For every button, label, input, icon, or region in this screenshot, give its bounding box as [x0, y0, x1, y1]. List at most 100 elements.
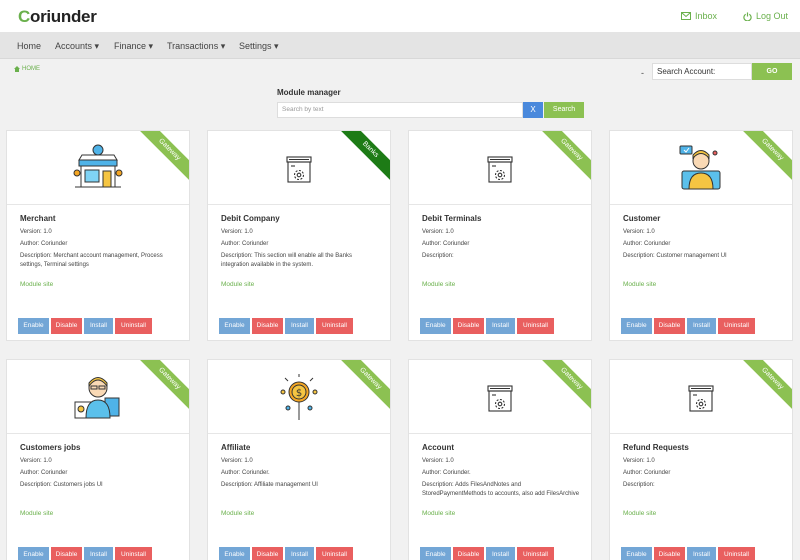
- module-category-ribbon: Banks: [338, 131, 390, 182]
- store-icon: [73, 144, 123, 188]
- module-version: Version: 1.0: [221, 229, 253, 235]
- module-site-link[interactable]: Module site: [20, 510, 53, 517]
- module-image-area: $ Gateway: [208, 360, 390, 434]
- disable-button[interactable]: Disable: [453, 318, 484, 334]
- disable-button[interactable]: Disable: [51, 318, 82, 334]
- module-card-7: Gateway Account Version: 1.0 Author: Cor…: [408, 359, 592, 560]
- module-name: Refund Requests: [623, 443, 689, 452]
- install-button[interactable]: Install: [285, 547, 314, 560]
- module-card-3: Gateway Debit Terminals Version: 1.0 Aut…: [408, 130, 592, 341]
- module-actions: Enable Disable Install Uninstall: [219, 547, 353, 560]
- coriunder-logo[interactable]: Coriunder: [18, 7, 97, 27]
- uninstall-button[interactable]: Uninstall: [718, 547, 755, 560]
- enable-button[interactable]: Enable: [219, 318, 250, 334]
- main-navbar: Home Accounts ▾ Finance ▾ Transactions ▾…: [0, 32, 800, 59]
- module-author: Author: Coriunder: [623, 470, 671, 476]
- nav-home[interactable]: Home: [17, 41, 41, 51]
- disable-button[interactable]: Disable: [654, 547, 685, 560]
- enable-button[interactable]: Enable: [219, 547, 250, 560]
- module-author: Author: Coriunder: [422, 241, 470, 247]
- module-version: Version: 1.0: [623, 229, 655, 235]
- module-image-area: Gateway: [610, 131, 792, 205]
- module-actions: Enable Disable Install Uninstall: [18, 547, 152, 560]
- search-account-input[interactable]: Search Account:: [652, 63, 752, 80]
- install-button[interactable]: Install: [687, 318, 716, 334]
- module-site-link[interactable]: Module site: [623, 510, 656, 517]
- uninstall-button[interactable]: Uninstall: [316, 318, 353, 334]
- nav-accounts[interactable]: Accounts ▾: [55, 41, 99, 52]
- disable-button[interactable]: Disable: [51, 547, 82, 560]
- enable-button[interactable]: Enable: [621, 318, 652, 334]
- module-actions: Enable Disable Install Uninstall: [420, 318, 554, 334]
- customer-icon: [679, 145, 721, 190]
- module-actions: Enable Disable Install Uninstall: [621, 318, 755, 334]
- module-category-ribbon: Gateway: [539, 131, 591, 182]
- module-actions: Enable Disable Install Uninstall: [420, 547, 554, 560]
- nav-settings[interactable]: Settings ▾: [239, 41, 279, 52]
- enable-button[interactable]: Enable: [18, 547, 49, 560]
- module-description: Description: Adds FilesAndNotes and Stor…: [422, 482, 580, 497]
- module-image-area: Banks: [208, 131, 390, 205]
- module-card-2: Banks Debit Company Version: 1.0 Author:…: [207, 130, 391, 341]
- install-button[interactable]: Install: [285, 318, 314, 334]
- module-image-area: Gateway: [7, 131, 189, 205]
- module-description: Description:: [422, 253, 454, 259]
- module-image-area: Gateway: [7, 360, 189, 434]
- uninstall-button[interactable]: Uninstall: [115, 318, 152, 334]
- nav-transactions[interactable]: Transactions ▾: [167, 41, 225, 52]
- uninstall-button[interactable]: Uninstall: [316, 547, 353, 560]
- module-version: Version: 1.0: [20, 458, 52, 464]
- nav-finance[interactable]: Finance ▾: [114, 41, 153, 52]
- module-icon: [688, 385, 714, 412]
- module-description: Description: Merchant account management…: [20, 253, 163, 268]
- module-author: Author: Coriunder: [623, 241, 671, 247]
- install-button[interactable]: Install: [486, 318, 515, 334]
- module-image-area: Gateway: [610, 360, 792, 434]
- affiliate-icon: $: [280, 374, 318, 420]
- svg-text:$: $: [296, 388, 302, 399]
- logout-link[interactable]: Log Out: [743, 11, 788, 21]
- install-button[interactable]: Install: [687, 547, 716, 560]
- install-button[interactable]: Install: [486, 547, 515, 560]
- uninstall-button[interactable]: Uninstall: [718, 318, 755, 334]
- module-version: Version: 1.0: [20, 229, 52, 235]
- uninstall-button[interactable]: Uninstall: [517, 318, 554, 334]
- enable-button[interactable]: Enable: [18, 318, 49, 334]
- module-site-link[interactable]: Module site: [422, 281, 455, 288]
- module-site-link[interactable]: Module site: [422, 510, 455, 517]
- module-description: Description: Customer management UI: [623, 253, 727, 259]
- module-card-4: Gateway Customer Version: 1.0 Author: Co…: [609, 130, 793, 341]
- module-description: Description: This section will enable al…: [221, 253, 352, 268]
- module-site-link[interactable]: Module site: [623, 281, 656, 288]
- uninstall-button[interactable]: Uninstall: [115, 547, 152, 560]
- install-button[interactable]: Install: [84, 547, 113, 560]
- module-site-link[interactable]: Module site: [20, 281, 53, 288]
- disable-button[interactable]: Disable: [453, 547, 484, 560]
- module-version: Version: 1.0: [422, 229, 454, 235]
- module-name: Account: [422, 443, 454, 452]
- disable-button[interactable]: Disable: [252, 318, 283, 334]
- disable-button[interactable]: Disable: [654, 318, 685, 334]
- enable-button[interactable]: Enable: [621, 547, 652, 560]
- module-description: Description: Affiliate management UI: [221, 482, 318, 488]
- enable-button[interactable]: Enable: [420, 547, 451, 560]
- module-category-ribbon: Gateway: [137, 360, 189, 411]
- breadcrumb[interactable]: HOME: [14, 66, 40, 72]
- module-author: Author: Coriunder: [20, 470, 68, 476]
- disable-button[interactable]: Disable: [252, 547, 283, 560]
- module-name: Customer: [623, 214, 661, 223]
- inbox-link[interactable]: Inbox: [681, 11, 717, 21]
- module-author: Author: Coriunder.: [422, 470, 471, 476]
- module-search-input[interactable]: Search by text: [277, 102, 523, 118]
- home-icon: [14, 66, 20, 72]
- clear-search-button[interactable]: X: [523, 102, 543, 118]
- search-button[interactable]: Search: [544, 102, 584, 118]
- module-site-link[interactable]: Module site: [221, 281, 254, 288]
- go-button[interactable]: GO: [752, 63, 792, 80]
- enable-button[interactable]: Enable: [420, 318, 451, 334]
- install-button[interactable]: Install: [84, 318, 113, 334]
- module-actions: Enable Disable Install Uninstall: [219, 318, 353, 334]
- uninstall-button[interactable]: Uninstall: [517, 547, 554, 560]
- module-site-link[interactable]: Module site: [221, 510, 254, 517]
- module-card-8: Gateway Refund Requests Version: 1.0 Aut…: [609, 359, 793, 560]
